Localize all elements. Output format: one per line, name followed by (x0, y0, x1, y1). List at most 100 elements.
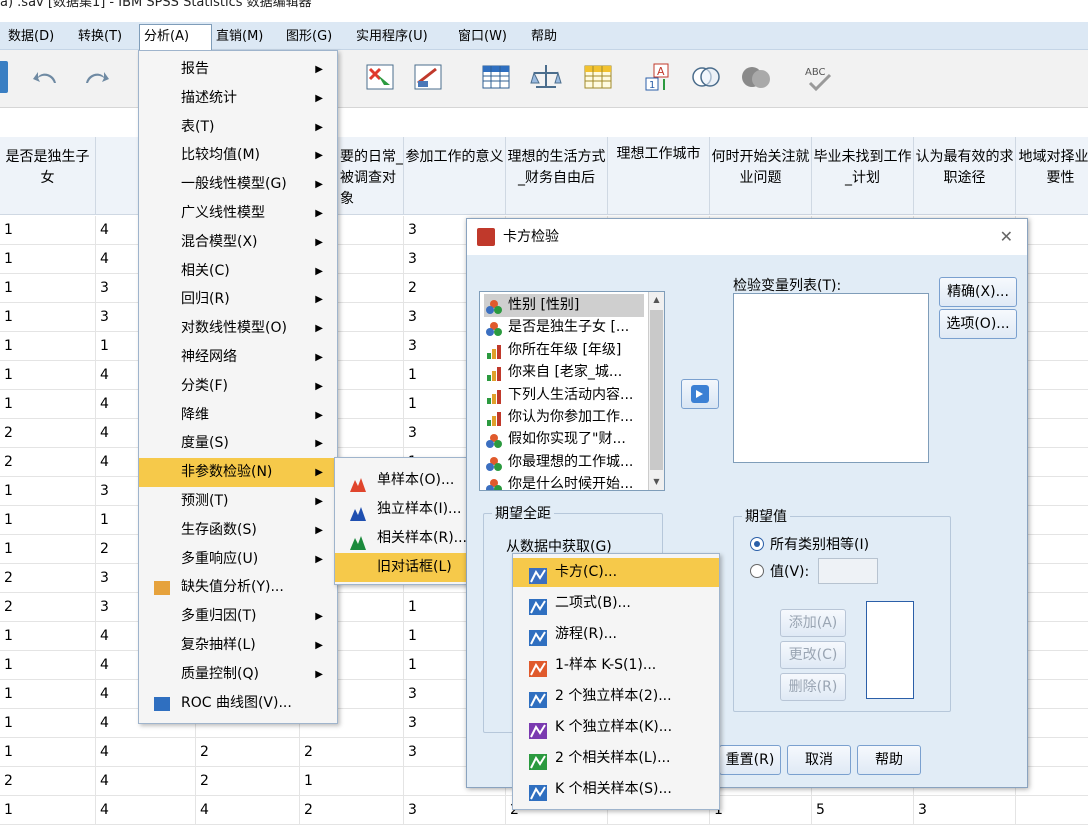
table-cell[interactable]: 1 (0, 680, 96, 709)
spell-check-icon[interactable]: ABC (802, 61, 834, 93)
table-cell[interactable]: 2 (0, 448, 96, 477)
table-cell[interactable]: 1 (0, 361, 96, 390)
variables-icon[interactable] (412, 61, 444, 93)
analyze-menu-item[interactable]: 比较均值(M) ▶ (139, 141, 337, 170)
legacy-menu-item[interactable]: 2 个独立样本(2)... (513, 682, 719, 711)
analyze-menu-item[interactable]: 缺失值分析(Y)... (139, 573, 337, 602)
table-cell[interactable]: 2 (0, 564, 96, 593)
analyze-menu-item[interactable]: 神经网络 ▶ (139, 343, 337, 372)
options-button[interactable]: 选项(O)... (939, 309, 1017, 339)
exact-button[interactable]: 精确(X)... (939, 277, 1017, 307)
analyze-menu-item[interactable]: 表(T) ▶ (139, 113, 337, 142)
legacy-menu-item[interactable]: 游程(R)... (513, 620, 719, 649)
table-cell[interactable]: 1 (0, 303, 96, 332)
table-cell[interactable]: 4 (96, 796, 196, 825)
analyze-menu-item[interactable]: 降维 ▶ (139, 401, 337, 430)
analyze-menu-item[interactable]: 混合模型(X) ▶ (139, 228, 337, 257)
scroll-down-icon[interactable]: ▼ (649, 474, 664, 490)
table-cell[interactable]: 3 (914, 796, 1016, 825)
menu-data[interactable]: 数据(D) (4, 26, 58, 47)
table-cell[interactable]: 2 (196, 738, 300, 767)
table-cell[interactable]: 1 (0, 535, 96, 564)
sort-icon[interactable]: A1 (642, 61, 674, 93)
table-cell[interactable]: 1 (0, 651, 96, 680)
analyze-menu-item[interactable]: 预测(T) ▶ (139, 487, 337, 516)
find-cases-icon[interactable] (364, 61, 396, 93)
analyze-menu-item[interactable]: 回归(R) ▶ (139, 285, 337, 314)
column-header[interactable]: 参加工作的意义 (404, 137, 506, 215)
table-cell[interactable]: 4 (96, 767, 196, 796)
split-file-icon[interactable] (530, 61, 562, 93)
variable-list-item[interactable]: 下列人生活动内容... (484, 384, 644, 407)
table-cell[interactable] (1016, 796, 1088, 825)
analyze-menu-item[interactable]: 多重归因(T) ▶ (139, 602, 337, 631)
menu-utilities[interactable]: 实用程序(U) (352, 26, 432, 47)
variable-list-item[interactable]: 你所在年级 [年级] (484, 339, 644, 362)
table-cell[interactable]: 2 (0, 767, 96, 796)
column-header[interactable]: 毕业未找到工作_计划 (812, 137, 914, 215)
close-icon[interactable]: ✕ (1000, 219, 1013, 255)
scroll-up-icon[interactable]: ▲ (649, 292, 664, 308)
menu-direct-marketing[interactable]: 直销(M) (212, 26, 267, 47)
table-cell[interactable]: 2 (196, 767, 300, 796)
table-cell[interactable]: 1 (0, 738, 96, 767)
table-cell[interactable]: 2 (0, 593, 96, 622)
analyze-menu-item[interactable]: 分类(F) ▶ (139, 372, 337, 401)
column-header[interactable]: 是否是独生子女 (0, 137, 96, 215)
menu-analyze[interactable]: 分析(A) (139, 24, 212, 50)
table-cell[interactable]: 1 (0, 390, 96, 419)
table-cell[interactable]: 1 (0, 506, 96, 535)
analyze-menu-item[interactable]: 广义线性模型 ▶ (139, 199, 337, 228)
legacy-menu-item[interactable]: 2 个相关样本(L)... (513, 744, 719, 773)
variable-list-item[interactable]: 你最理想的工作城... (484, 451, 644, 474)
column-header[interactable]: 地域对择业重要性 (1016, 137, 1088, 215)
variable-list-item[interactable]: 性别 [性别] (484, 294, 644, 317)
source-variable-list[interactable]: ▲ ▼ 性别 [性别] 是否是独生子女 [... 你所在年级 [年级] 你来自 [老家… (479, 291, 665, 491)
remove-button[interactable]: 删除(R) (780, 673, 846, 701)
table-cell[interactable]: 2 (300, 738, 404, 767)
legacy-menu-item[interactable]: K 个相关样本(S)... (513, 775, 719, 804)
cancel-button[interactable]: 取消 (787, 745, 851, 775)
undo-icon[interactable] (30, 61, 62, 93)
variable-list-item[interactable]: 你是什么时候开始... (484, 473, 644, 490)
save-icon[interactable] (0, 61, 8, 93)
analyze-menu-item[interactable]: ROC 曲线图(V)... (139, 689, 337, 718)
table-cell[interactable]: 1 (0, 216, 96, 245)
table-cell[interactable]: 1 (0, 332, 96, 361)
redo-icon[interactable] (80, 61, 112, 93)
table-cell[interactable]: 1 (0, 709, 96, 738)
table-cell[interactable]: 2 (300, 796, 404, 825)
table-cell[interactable]: 5 (812, 796, 914, 825)
analyze-menu-item[interactable]: 描述统计 ▶ (139, 84, 337, 113)
analyze-menu-item[interactable]: 度量(S) ▶ (139, 429, 337, 458)
add-button[interactable]: 添加(A) (780, 609, 846, 637)
menu-help[interactable]: 帮助 (527, 26, 561, 47)
table-cell[interactable]: 1 (0, 622, 96, 651)
table-cell[interactable]: 1 (300, 767, 404, 796)
scrollbar-thumb[interactable] (650, 310, 663, 470)
expected-values-list[interactable] (866, 601, 914, 699)
analyze-menu-item[interactable]: 复杂抽样(L) ▶ (139, 631, 337, 660)
table-cell[interactable]: 2 (0, 419, 96, 448)
table-cell[interactable]: 4 (196, 796, 300, 825)
menu-window[interactable]: 窗口(W) (454, 26, 511, 47)
legacy-menu-item[interactable]: K 个独立样本(K)... (513, 713, 719, 742)
table-cell[interactable]: 3 (404, 796, 506, 825)
insert-cases-icon[interactable] (480, 61, 512, 93)
help-button[interactable]: 帮助 (857, 745, 921, 775)
variable-list-item[interactable]: 是否是独生子女 [... (484, 316, 644, 339)
values-radio[interactable] (750, 564, 764, 578)
analyze-menu-item[interactable]: 质量控制(Q) ▶ (139, 660, 337, 689)
analyze-menu-item[interactable]: 非参数检验(N) ▶ (139, 458, 337, 488)
reset-button[interactable]: 重置(R) (719, 745, 781, 775)
expected-value-input[interactable] (818, 558, 878, 584)
variable-list-item[interactable]: 假如你实现了"财... (484, 428, 644, 451)
variable-list-item[interactable]: 你认为你参加工作... (484, 406, 644, 429)
analyze-menu-item[interactable]: 一般线性模型(G) ▶ (139, 170, 337, 199)
table-cell[interactable]: 4 (96, 738, 196, 767)
column-header[interactable]: 认为最有效的求职途径 (914, 137, 1016, 215)
analyze-menu-item[interactable]: 多重响应(U) ▶ (139, 545, 337, 574)
table-cell[interactable]: 1 (710, 796, 812, 825)
menu-graphs[interactable]: 图形(G) (282, 26, 336, 47)
move-to-test-list-button[interactable] (681, 379, 719, 409)
